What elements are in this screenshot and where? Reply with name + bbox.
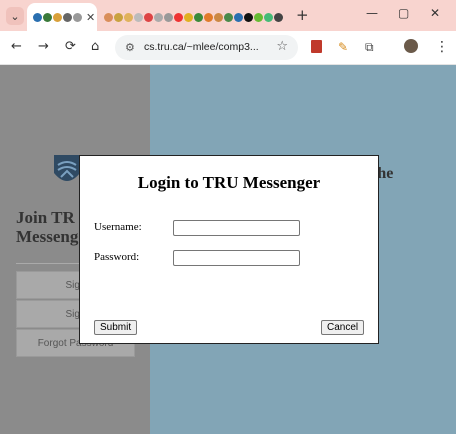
favicon-icon	[164, 12, 173, 22]
browser-menu-button[interactable]: ⋮	[435, 40, 449, 54]
browser-toolbar: ← → ⟳ ⌂ ⚙ cs.tru.ca/~mlee/comp3... ☆ ✎ ⧉…	[0, 31, 456, 65]
favicon-icon	[63, 12, 72, 22]
favicon-icon	[224, 12, 233, 22]
reload-button[interactable]: ⟳	[65, 40, 76, 54]
favicon-icon	[264, 12, 273, 22]
back-button[interactable]: ←	[11, 40, 22, 54]
extensions-puzzle-icon[interactable]: ⧉	[365, 40, 374, 54]
bookmark-extension-icon[interactable]	[311, 40, 322, 53]
url-text[interactable]: cs.tru.ca/~mlee/comp3...	[144, 41, 259, 53]
submit-button[interactable]: Submit	[94, 320, 138, 335]
cancel-button[interactable]: Cancel	[321, 320, 365, 335]
tab-close-icon[interactable]: ✕	[86, 11, 95, 24]
close-window-button[interactable]: ✕	[430, 6, 440, 20]
maximize-button[interactable]: ▢	[398, 6, 409, 20]
favicon-icon	[144, 12, 153, 22]
favicon-icon	[214, 12, 223, 22]
profile-avatar[interactable]	[404, 39, 418, 53]
login-dialog: Login to TRU Messenger Username: Passwor…	[79, 155, 379, 344]
favicon-icon	[73, 12, 82, 22]
forward-button[interactable]: →	[38, 40, 49, 54]
bookmark-star-icon[interactable]: ☆	[276, 39, 288, 54]
favicon-icon	[194, 12, 203, 22]
favicon-icon	[154, 12, 163, 22]
favicon-icon	[104, 12, 113, 22]
minimize-button[interactable]: —	[366, 6, 378, 20]
address-bar[interactable]: ⚙ cs.tru.ca/~mlee/comp3... ☆	[115, 35, 298, 60]
tab-inactive[interactable]	[98, 3, 290, 31]
tru-logo-icon	[54, 155, 80, 181]
favicon-icon	[134, 12, 143, 22]
favicon-icon	[53, 12, 62, 22]
favicon-icon	[254, 12, 263, 22]
username-label: Username:	[94, 221, 142, 233]
favicon-icon	[114, 12, 123, 22]
tab-favicons	[33, 12, 82, 22]
home-button[interactable]: ⌂	[91, 40, 99, 54]
tab-favicons	[104, 12, 283, 22]
tab-active[interactable]: ✕	[27, 3, 97, 31]
new-tab-button[interactable]: +	[296, 7, 309, 23]
page-viewport: Join TR Messeng Sign Sign Forgot Passwor…	[0, 65, 456, 434]
username-input[interactable]	[173, 220, 300, 236]
favicon-icon	[244, 12, 253, 22]
password-input[interactable]	[173, 250, 300, 266]
favicon-icon	[124, 12, 133, 22]
dialog-title: Login to TRU Messenger	[137, 173, 321, 192]
tab-search-icon[interactable]: ⌄	[6, 7, 24, 25]
site-info-icon[interactable]: ⚙	[125, 41, 135, 54]
favicon-icon	[174, 12, 183, 22]
favicon-icon	[234, 12, 243, 22]
favicon-icon	[184, 12, 193, 22]
favicon-icon	[204, 12, 213, 22]
password-label: Password:	[94, 251, 140, 263]
favicon-icon	[274, 12, 283, 22]
favicon-icon	[43, 12, 52, 22]
pencil-extension-icon[interactable]: ✎	[338, 40, 348, 54]
tab-strip: ⌄ ✕ + — ▢ ✕	[0, 0, 456, 31]
favicon-icon	[33, 12, 42, 22]
